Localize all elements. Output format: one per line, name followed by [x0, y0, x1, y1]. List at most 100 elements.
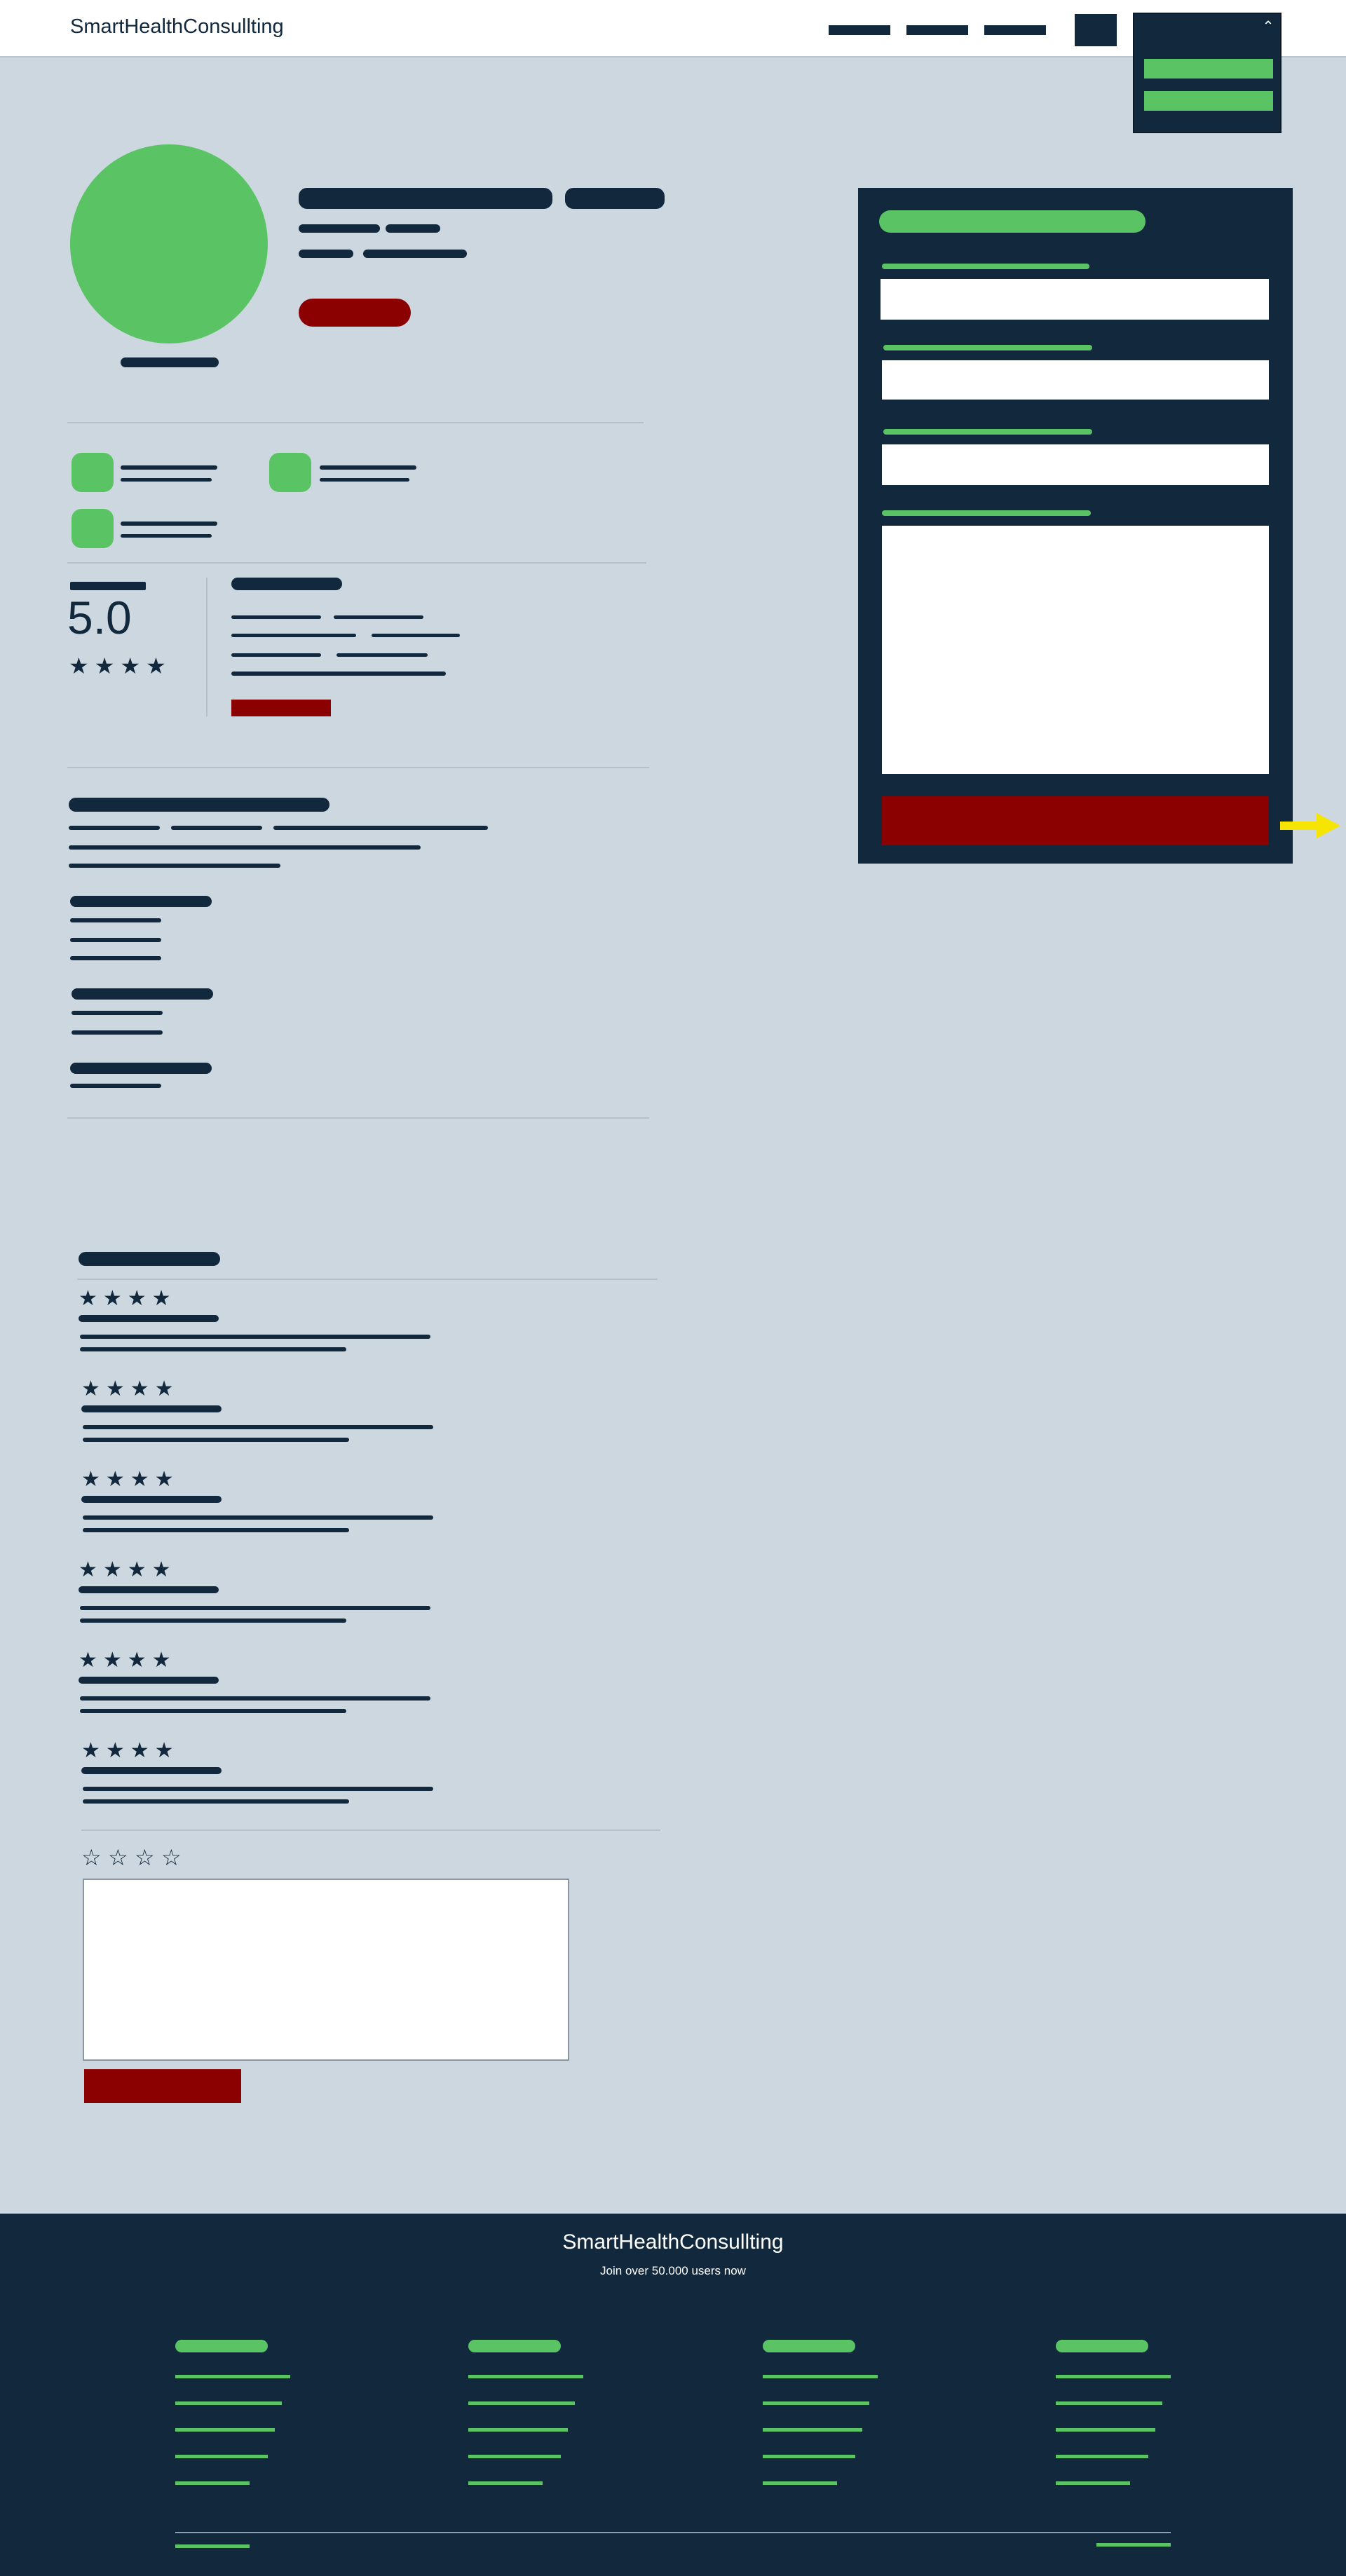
about-line	[69, 864, 280, 868]
review-stars: ★★★★	[81, 1738, 179, 1763]
footer-column-title	[1056, 2340, 1148, 2352]
form-field-label	[882, 264, 1089, 269]
footer-link[interactable]	[763, 2401, 869, 2405]
footer-brand[interactable]: SmartHealthConsullting	[0, 2230, 1346, 2254]
footer-link[interactable]	[468, 2428, 568, 2432]
reviews-title	[79, 1252, 220, 1266]
footer-link[interactable]	[1056, 2455, 1148, 2458]
footer-link[interactable]	[1056, 2481, 1130, 2485]
footer-link[interactable]	[468, 2375, 583, 2378]
footer-tagline: Join over 50.000 users now	[600, 2264, 746, 2277]
rating-detail-line	[334, 615, 423, 619]
nav-link-2[interactable]	[906, 25, 968, 35]
footer-link[interactable]	[175, 2401, 282, 2405]
review-textarea[interactable]	[83, 1879, 569, 2061]
footer-link[interactable]	[1056, 2428, 1155, 2432]
form-field-label	[883, 345, 1092, 350]
review-stars: ★★★★	[81, 1377, 179, 1401]
form-title	[879, 210, 1146, 233]
feature-line	[121, 465, 217, 470]
divider	[67, 767, 649, 768]
rating-detail-line	[231, 672, 446, 676]
footer-link[interactable]	[763, 2481, 837, 2485]
rating-detail-button[interactable]	[231, 700, 331, 716]
rating-detail-line	[336, 653, 428, 657]
review-author	[79, 1586, 219, 1593]
feature-line	[320, 465, 416, 470]
section-line	[70, 1084, 161, 1088]
footer-link[interactable]	[175, 2375, 290, 2378]
divider	[67, 562, 646, 564]
form-submit-button[interactable]	[882, 796, 1269, 845]
section-line	[72, 1030, 163, 1035]
footer-link[interactable]	[175, 2455, 268, 2458]
section-line	[70, 956, 161, 960]
footer-link[interactable]	[468, 2401, 575, 2405]
rating-input-star-1[interactable]: ☆	[81, 1846, 102, 1869]
review-item: ★★★★	[79, 1288, 471, 1358]
footer-link[interactable]	[468, 2481, 543, 2485]
rating-input-star-3[interactable]: ☆	[135, 1846, 155, 1869]
profile-action-button[interactable]	[299, 299, 411, 327]
footer-link[interactable]	[763, 2428, 862, 2432]
review-author	[79, 1677, 219, 1684]
review-item: ★★★★	[81, 1469, 474, 1539]
footer-column-title	[763, 2340, 855, 2352]
form-input-1[interactable]	[881, 279, 1269, 320]
divider	[67, 1117, 649, 1119]
divider	[67, 422, 644, 423]
footer-link[interactable]	[175, 2481, 250, 2485]
form-input-3[interactable]	[882, 444, 1269, 485]
about-line	[69, 826, 160, 830]
booking-form-panel	[858, 188, 1293, 864]
review-text-line	[80, 1618, 346, 1623]
review-stars: ★★★★	[79, 1648, 177, 1672]
section-line	[70, 938, 161, 942]
review-author	[79, 1315, 219, 1322]
footer-link[interactable]	[468, 2455, 561, 2458]
footer-link[interactable]	[763, 2455, 855, 2458]
form-input-2[interactable]	[882, 360, 1269, 400]
footer-bottom-link-left[interactable]	[175, 2544, 250, 2548]
form-field-label	[883, 429, 1092, 435]
review-submit-button[interactable]	[84, 2069, 241, 2103]
profile-meta-2b	[363, 250, 467, 258]
review-author	[81, 1405, 222, 1412]
review-author	[81, 1496, 222, 1503]
footer-link[interactable]	[1056, 2401, 1162, 2405]
profile-meta-1b	[386, 224, 440, 233]
rating-detail-line	[231, 615, 321, 619]
nav-icon-button[interactable]	[1075, 14, 1117, 46]
avatar-caption	[121, 357, 219, 367]
review-stars: ★★★★	[79, 1558, 177, 1582]
about-line	[273, 826, 488, 830]
brand-logo[interactable]: SmartHealthConsullting	[70, 15, 284, 39]
section-line	[70, 918, 161, 922]
nav-link-1[interactable]	[829, 25, 890, 35]
dropdown-menu: ⌃	[1133, 13, 1282, 133]
nav-link-3[interactable]	[984, 25, 1046, 35]
dropdown-item-1[interactable]	[1144, 59, 1273, 79]
form-field-label	[882, 510, 1091, 516]
footer-column-title	[468, 2340, 561, 2352]
feature-line	[121, 478, 212, 482]
feature-line	[320, 478, 409, 482]
footer-link[interactable]	[175, 2428, 275, 2432]
rating-input-star-4[interactable]: ☆	[161, 1846, 182, 1869]
review-text-line	[83, 1528, 349, 1532]
rating-input-star-2[interactable]: ☆	[108, 1846, 128, 1869]
review-author	[81, 1767, 222, 1774]
review-stars: ★★★★	[79, 1286, 177, 1311]
dropdown-item-2[interactable]	[1144, 91, 1273, 111]
footer-link[interactable]	[1056, 2375, 1171, 2378]
rating-stars: ★★★★	[69, 653, 172, 679]
form-textarea[interactable]	[882, 526, 1269, 774]
arrow-right-icon	[1280, 813, 1340, 838]
chevron-up-icon[interactable]: ⌃	[1260, 18, 1276, 34]
footer-link[interactable]	[763, 2375, 878, 2378]
review-text-line	[83, 1799, 349, 1804]
footer-divider	[175, 2532, 1171, 2533]
footer-bottom-link-right[interactable]	[1096, 2543, 1171, 2547]
profile-meta-1a	[299, 224, 380, 233]
rating-detail-line	[372, 634, 460, 637]
